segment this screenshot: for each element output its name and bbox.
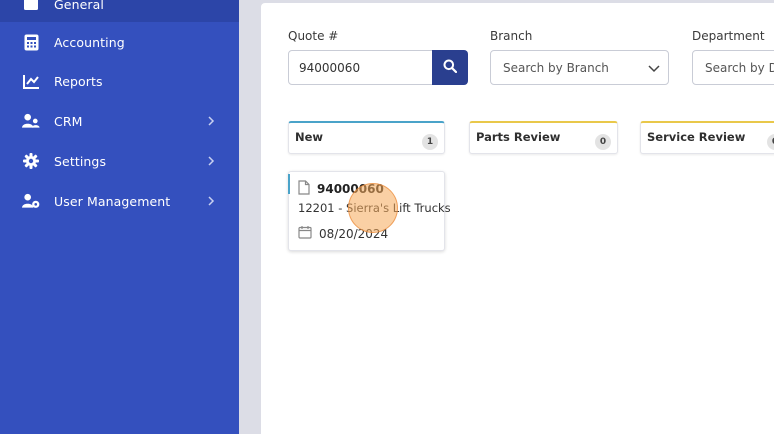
chart-icon: [22, 72, 40, 90]
users-icon: [22, 112, 40, 130]
department-placeholder: Search by Department: [705, 60, 774, 75]
search-button[interactable]: [432, 50, 468, 85]
column-title: New: [295, 130, 324, 144]
sidebar-item-general[interactable]: General: [0, 0, 239, 22]
main-panel: Quote # Branch Search by Branch Departme…: [261, 3, 774, 434]
sidebar-item-label: Accounting: [54, 34, 125, 50]
calculator-icon: [22, 33, 40, 51]
sidebar: General Accounting Reports CRM Settings: [0, 0, 239, 434]
column-count-badge: 0: [595, 134, 611, 150]
column-header-new: New 1: [288, 121, 445, 154]
sidebar-item-settings[interactable]: Settings: [0, 143, 239, 179]
calendar-icon: [298, 224, 312, 243]
quote-card[interactable]: 94000060 12201 - Sierra's Lift Trucks 08…: [288, 171, 451, 251]
sidebar-item-label: General: [54, 0, 104, 12]
document-icon: [298, 180, 310, 199]
column-header-service-review: Service Review 0: [640, 121, 774, 154]
branch-label: Branch: [490, 29, 533, 43]
branch-select[interactable]: Search by Branch: [490, 50, 669, 85]
card-date: 08/20/2024: [319, 227, 389, 241]
card-accent-bar: [288, 174, 290, 194]
gear-icon: [22, 152, 40, 170]
chevron-right-icon: [205, 115, 217, 127]
sidebar-item-label: CRM: [54, 113, 83, 129]
sidebar-item-user-management[interactable]: User Management: [0, 183, 239, 219]
column-title: Parts Review: [476, 130, 561, 144]
content-gutter: [239, 0, 261, 434]
sidebar-item-label: User Management: [54, 193, 171, 209]
branch-placeholder: Search by Branch: [503, 60, 609, 75]
sidebar-item-crm[interactable]: CRM: [0, 103, 239, 139]
chevron-right-icon: [205, 195, 217, 207]
department-label: Department: [692, 29, 765, 43]
sidebar-item-reports[interactable]: Reports: [0, 63, 239, 99]
search-icon: [443, 58, 458, 77]
quote-input[interactable]: [288, 50, 433, 85]
card-customer: 12201 - Sierra's Lift Trucks: [298, 201, 451, 215]
column-title: Service Review: [647, 130, 746, 144]
card-quote-number: 94000060: [317, 182, 384, 196]
column-count-badge: 1: [422, 134, 438, 150]
chevron-down-icon: [648, 62, 660, 76]
folder-icon: [22, 0, 40, 13]
column-count-badge: 0: [767, 134, 774, 150]
sidebar-item-label: Reports: [54, 73, 103, 89]
user-gear-icon: [22, 192, 40, 210]
sidebar-item-label: Settings: [54, 153, 107, 169]
department-select[interactable]: Search by Department: [692, 50, 774, 85]
column-header-parts-review: Parts Review 0: [469, 121, 618, 154]
quote-label: Quote #: [288, 29, 339, 43]
chevron-right-icon: [205, 155, 217, 167]
sidebar-item-accounting[interactable]: Accounting: [0, 24, 239, 60]
